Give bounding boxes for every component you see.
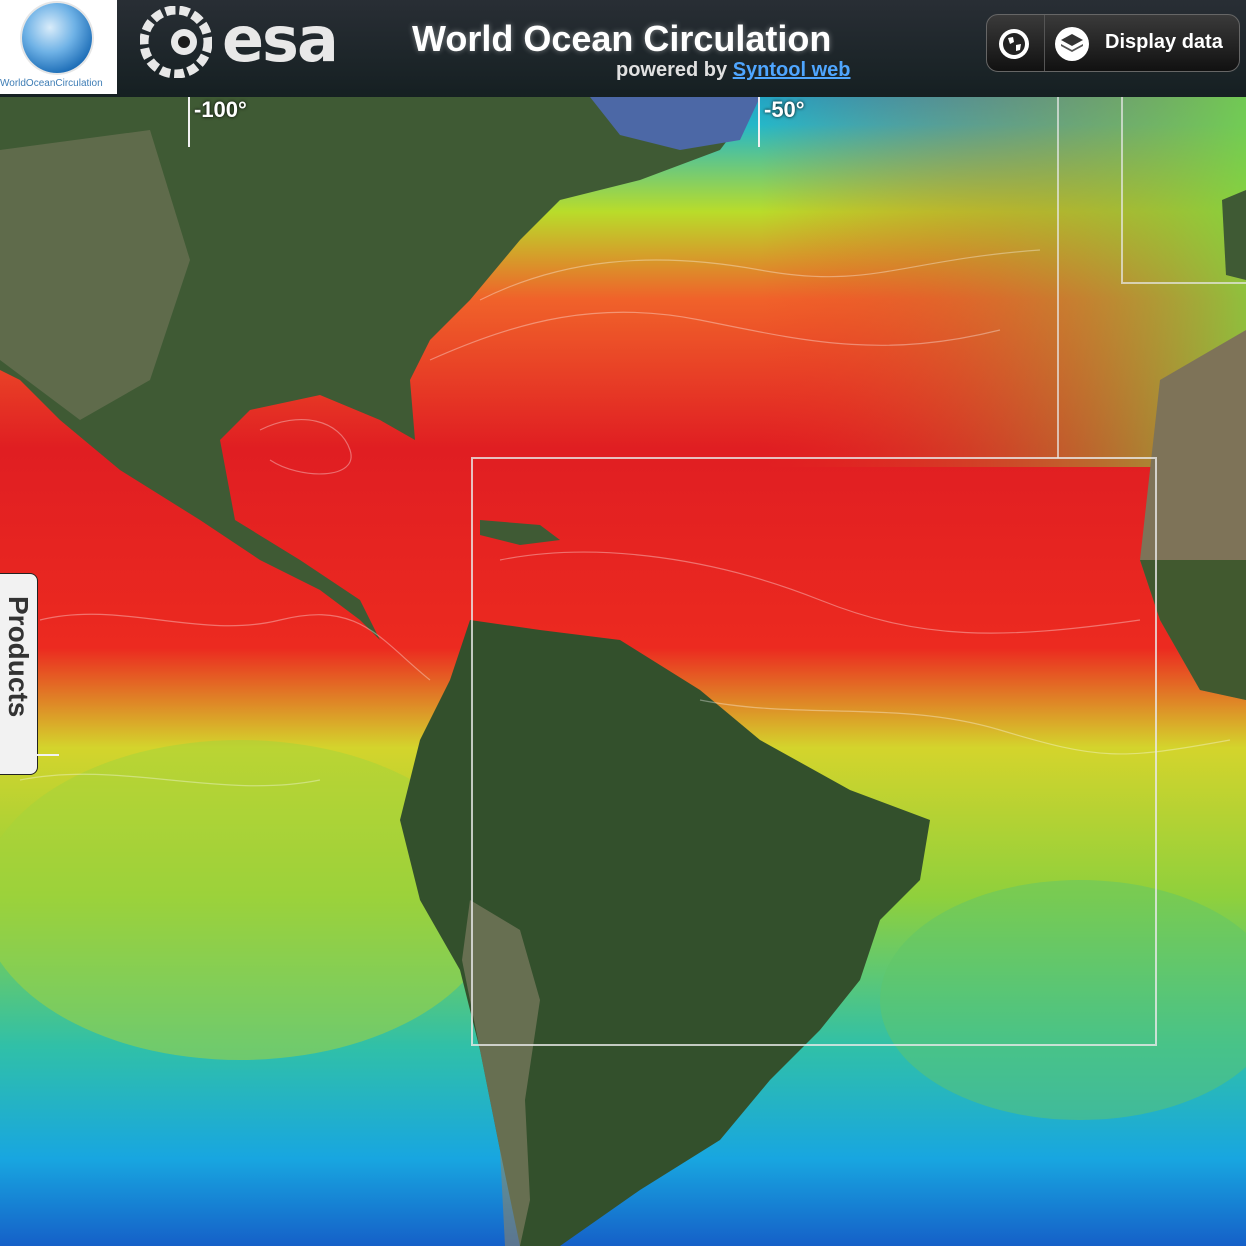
map-toolbar: Display data — [986, 14, 1240, 72]
globe-icon[interactable] — [999, 29, 1029, 59]
display-data-button[interactable]: Display data — [1105, 31, 1223, 54]
agency-wordmark: esa — [222, 3, 339, 76]
longitude-tick — [188, 97, 190, 147]
toolbar-divider — [1044, 15, 1045, 71]
layers-icon-glyph — [1061, 34, 1083, 52]
page-title: World Ocean Circulation — [412, 18, 832, 59]
app-logo[interactable]: WorldOceanCirculation — [0, 0, 117, 94]
longitude-tick — [758, 97, 760, 147]
layers-icon[interactable] — [1055, 27, 1089, 61]
syntool-link[interactable]: Syntool web — [733, 59, 851, 81]
esa-logo-icon — [140, 6, 212, 78]
powered-by: powered by Syntool web — [616, 59, 851, 82]
ocean-temperature-map[interactable] — [0, 0, 1246, 1246]
products-label: Products — [3, 596, 34, 718]
powered-prefix: powered by — [616, 59, 728, 81]
logo-caption: WorldOceanCirculation — [0, 78, 103, 89]
products-tab[interactable]: Products — [0, 573, 38, 775]
latitude-tick — [37, 754, 59, 756]
globe-icon-glyph — [1003, 33, 1025, 55]
globe-logo-icon — [22, 3, 92, 73]
longitude-label: -50° — [764, 97, 805, 122]
longitude-label: -100° — [194, 97, 247, 122]
